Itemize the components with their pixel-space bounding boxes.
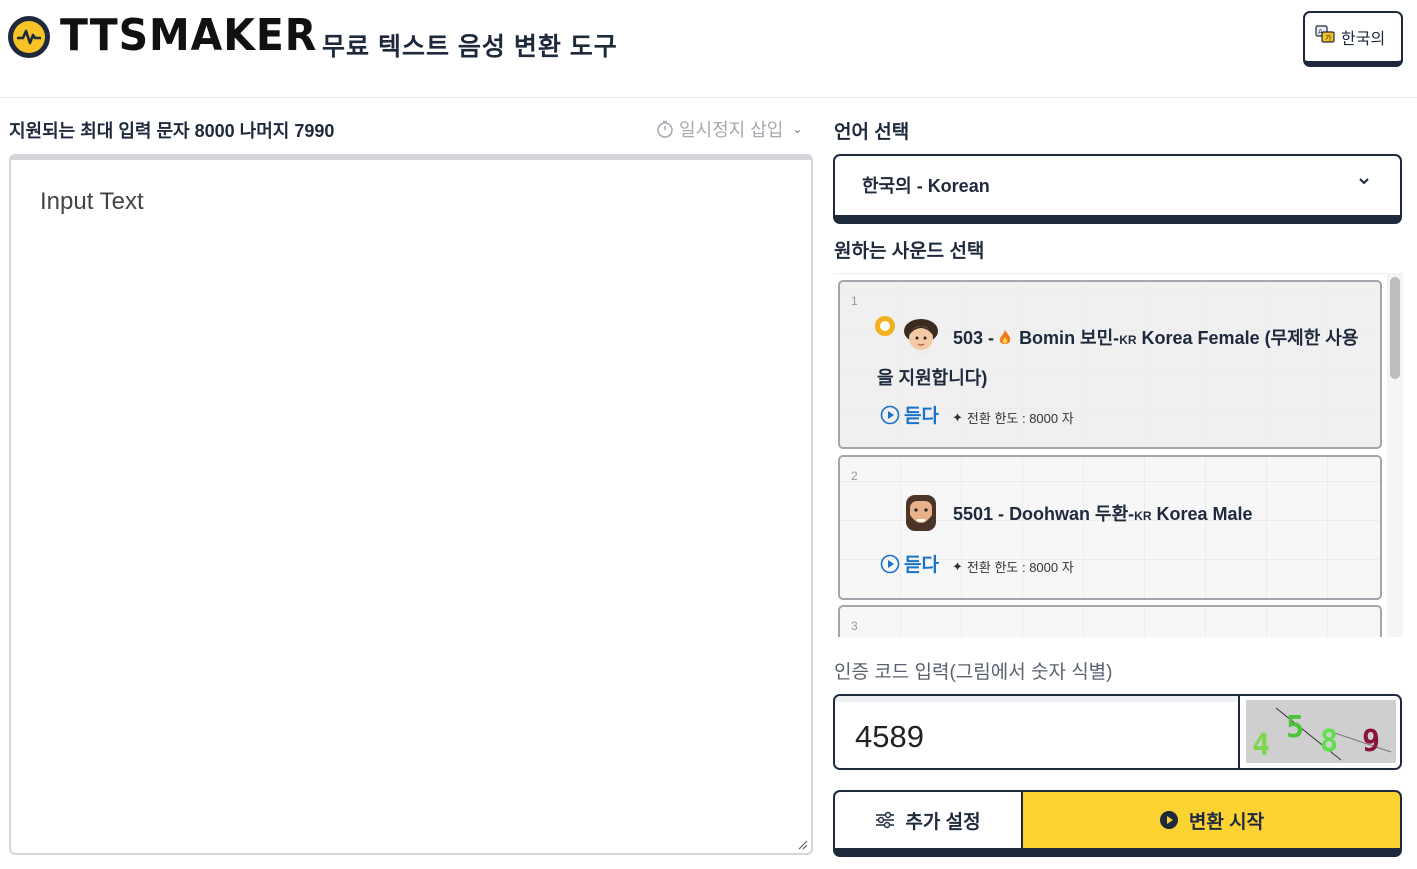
voice-list-scrollbar[interactable] bbox=[1387, 273, 1403, 637]
conversion-limit-text: 전환 한도 : 8000 자 bbox=[966, 411, 1074, 426]
char-count-info: 지원되는 최대 입력 문자 8000 나머지 7990 bbox=[9, 121, 335, 141]
voice-label: 원하는 사운드 선택 bbox=[834, 241, 985, 262]
chevron-down-icon bbox=[1359, 178, 1369, 185]
sparkle-icon: ✦ bbox=[952, 409, 963, 425]
logo-pulse-icon[interactable] bbox=[8, 16, 50, 58]
voice-name: 5501 - Doohwan 두환-KR Korea Male bbox=[953, 494, 1253, 536]
conversion-limit: ✦ 전환 한도 : 8000 자 bbox=[952, 557, 1074, 576]
text-input-box bbox=[9, 154, 813, 855]
chevron-down-icon: ⌄ bbox=[792, 122, 803, 136]
captcha-image-frame[interactable]: 4 5 8 9 bbox=[1238, 694, 1402, 770]
voice-card-bomin[interactable]: 1 503 - Bomin 보민-KR Korea Female (무제한 사용… bbox=[838, 280, 1382, 449]
resize-handle-icon[interactable] bbox=[798, 840, 808, 850]
language-select[interactable]: 한국의 - Korean bbox=[833, 154, 1402, 224]
svg-text:A: A bbox=[1318, 28, 1323, 36]
sparkle-icon: ✦ bbox=[952, 558, 963, 574]
voice-card-number: 1 bbox=[851, 294, 858, 308]
sliders-icon bbox=[876, 811, 895, 829]
language-select-en: Korean bbox=[927, 176, 990, 196]
play-circle-icon bbox=[880, 405, 900, 424]
listen-label: 듣다 bbox=[904, 406, 939, 427]
voice-card-3[interactable]: 3 bbox=[838, 605, 1382, 637]
listen-button[interactable]: 듣다 bbox=[880, 401, 939, 428]
start-conversion-label: 변환 시작 bbox=[1188, 811, 1265, 833]
translate-icon: A 가 bbox=[1315, 25, 1335, 43]
voice-name-cont: 을 지원합니다) bbox=[877, 368, 988, 388]
text-input[interactable] bbox=[11, 160, 811, 853]
header: TTSMAKER 무료 텍스트 음성 변환 도구 A 가 한국의 bbox=[0, 0, 1417, 98]
voice-id: 5501 - bbox=[953, 504, 1005, 524]
start-conversion-button[interactable]: 변환 시작 bbox=[1021, 790, 1402, 857]
additional-settings-label: 추가 설정 bbox=[905, 811, 981, 833]
listen-button[interactable]: 듣다 bbox=[880, 550, 939, 577]
captcha-input-box bbox=[833, 694, 1240, 770]
conversion-limit-text: 전환 한도 : 8000 자 bbox=[966, 560, 1074, 575]
voice-region: KR bbox=[1134, 509, 1152, 523]
voice-name-desc: Korea Male bbox=[1151, 504, 1253, 524]
play-circle-icon bbox=[1159, 811, 1178, 829]
language-select-sep: - bbox=[911, 176, 928, 196]
listen-label: 듣다 bbox=[904, 555, 939, 576]
language-switch-button[interactable]: A 가 한국의 bbox=[1303, 11, 1403, 67]
voice-name-desc: Korea Female (무제한 사용 bbox=[1136, 328, 1359, 348]
pause-insert-button[interactable]: 일시정지 삽입 ⌄ bbox=[656, 116, 802, 142]
voice-card-number: 2 bbox=[851, 469, 858, 483]
voice-name: 503 - Bomin 보민-KR Korea Female (무제한 사용 bbox=[953, 318, 1358, 360]
male-avatar-icon bbox=[906, 495, 936, 531]
stopwatch-icon bbox=[657, 120, 673, 138]
additional-settings-button[interactable]: 추가 설정 bbox=[833, 790, 1023, 857]
captcha-label: 인증 코드 입력(그림에서 숫자 식별) bbox=[834, 662, 1113, 683]
logo-text[interactable]: TTSMAKER bbox=[60, 10, 317, 61]
svg-text:가: 가 bbox=[1325, 33, 1332, 42]
captcha-digit: 5 bbox=[1286, 710, 1305, 745]
voice-card-doohwan[interactable]: 2 5501 - Doohwan 두환-KR Korea Male 듣다 ✦ 전… bbox=[838, 455, 1382, 600]
play-circle-icon bbox=[880, 554, 900, 573]
fire-icon bbox=[999, 330, 1011, 344]
language-switch-label: 한국의 bbox=[1341, 31, 1386, 48]
captcha-digit: 4 bbox=[1252, 728, 1271, 763]
scrollbar-thumb[interactable] bbox=[1390, 277, 1400, 379]
captcha-digit: 8 bbox=[1320, 724, 1339, 759]
language-label: 언어 선택 bbox=[834, 122, 910, 143]
conversion-limit: ✦ 전환 한도 : 8000 자 bbox=[952, 408, 1074, 427]
voice-name-main: Bomin 보민- bbox=[1019, 328, 1120, 348]
voice-id: 503 - bbox=[953, 328, 995, 348]
voice-name-main: Doohwan 두환- bbox=[1009, 504, 1135, 524]
language-select-kr: 한국의 bbox=[862, 176, 912, 196]
captcha-image[interactable]: 4 5 8 9 bbox=[1246, 700, 1396, 763]
captcha-digit: 9 bbox=[1362, 724, 1381, 759]
female-avatar-icon bbox=[904, 319, 938, 357]
voice-list[interactable]: 1 503 - Bomin 보민-KR Korea Female (무제한 사용… bbox=[833, 273, 1403, 637]
voice-card-number: 3 bbox=[851, 619, 858, 633]
voice-radio-selected[interactable] bbox=[875, 316, 895, 336]
voice-region: KR bbox=[1119, 333, 1137, 347]
page-title: 무료 텍스트 음성 변환 도구 bbox=[322, 33, 618, 61]
captcha-input[interactable] bbox=[835, 696, 1240, 768]
pause-insert-label: 일시정지 삽입 bbox=[679, 120, 784, 140]
